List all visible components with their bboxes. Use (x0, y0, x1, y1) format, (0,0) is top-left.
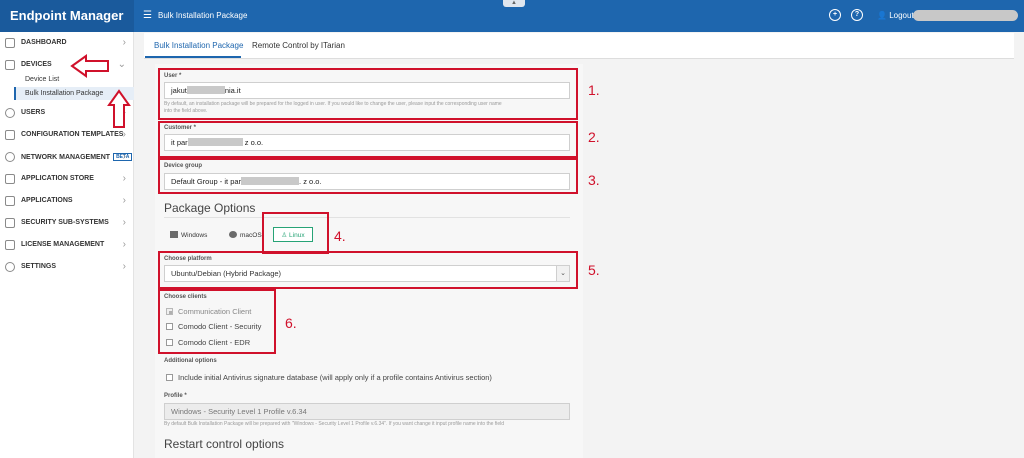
annotation-number-2: 2. (588, 129, 600, 145)
chevron-down-icon: ⌄ (117, 59, 126, 70)
os-windows-button[interactable]: Windows (170, 228, 214, 243)
add-icon[interactable]: + (829, 9, 841, 21)
annotation-box-6 (158, 289, 276, 354)
annotation-number-1: 1. (588, 82, 600, 98)
sidebar-item-settings[interactable]: SETTINGS › (0, 258, 134, 278)
profile-hint: By default Bulk Installation Package wil… (164, 421, 505, 427)
chevron-right-icon: › (122, 261, 126, 272)
annotation-number-5: 5. (588, 262, 600, 278)
sidebar-item-label: APPLICATION STORE (21, 175, 94, 182)
sidebar-item-configuration-templates[interactable]: CONFIGURATION TEMPLATES › (0, 126, 134, 146)
annotation-number-4: 4. (334, 228, 346, 244)
apple-icon (229, 231, 237, 238)
sidebar-item-label: APPLICATIONS (21, 197, 73, 204)
additional-options-label: Additional options (164, 358, 217, 364)
app-brand[interactable]: Endpoint Manager (0, 0, 134, 32)
logout-button[interactable]: 👤 Logout (877, 11, 914, 21)
sidebar-item-label: CONFIGURATION TEMPLATES (21, 131, 124, 138)
hamburger-menu-icon[interactable]: ☰ (143, 10, 152, 22)
dashboard-icon (5, 38, 15, 48)
annotation-number-3: 3. (588, 172, 600, 188)
sidebar-item-label: SETTINGS (21, 263, 57, 270)
page-title: Bulk Installation Package (158, 11, 248, 20)
chevron-right-icon: › (122, 173, 126, 184)
active-tab-indicator (145, 56, 241, 58)
profile-input[interactable]: Windows - Security Level 1 Profile v.6.3… (164, 403, 570, 420)
applications-icon (5, 196, 15, 206)
sidebar-item-label: DEVICES (21, 61, 52, 68)
tab-remote-control[interactable]: Remote Control by ITarian (252, 41, 345, 51)
shield-icon (5, 218, 15, 228)
gear-icon (5, 262, 15, 272)
sidebar-item-applications[interactable]: APPLICATIONS › (0, 192, 134, 212)
sidebar-item-application-store[interactable]: APPLICATION STORE › (0, 170, 134, 190)
chevron-right-icon: › (122, 37, 126, 48)
store-icon (5, 174, 15, 184)
templates-icon (5, 130, 15, 140)
chevron-right-icon: › (122, 195, 126, 206)
sidebar-item-dashboard[interactable]: DASHBOARD › (0, 34, 134, 54)
network-icon (5, 152, 15, 162)
top-bar: Endpoint Manager ☰ Bulk Installation Pac… (0, 0, 1024, 32)
annotation-box-1 (158, 68, 578, 120)
chevron-right-icon: › (122, 239, 126, 250)
users-icon (5, 108, 15, 118)
annotation-arrow-up (107, 89, 131, 128)
devices-icon (5, 60, 15, 70)
sidebar-item-label: USERS (21, 109, 46, 116)
annotation-box-3 (158, 158, 578, 194)
help-icon[interactable]: ? (851, 9, 863, 21)
username-redacted (913, 10, 1018, 21)
checkbox-icon (166, 374, 173, 381)
license-icon (5, 240, 15, 250)
collapse-toggle-icon[interactable]: ▲ (503, 0, 525, 7)
os-label: Windows (181, 232, 208, 239)
annotation-box-2 (158, 121, 578, 158)
os-label: macOS (240, 232, 262, 239)
annotation-box-5 (158, 251, 578, 289)
sidebar-item-label: LICENSE MANAGEMENT (21, 241, 105, 248)
annotation-number-6: 6. (285, 315, 297, 331)
chevron-right-icon: › (122, 129, 126, 140)
chevron-right-icon: › (122, 151, 126, 162)
logout-label: Logout (889, 11, 914, 20)
checkbox-label: Include initial Antivirus signature data… (178, 373, 492, 382)
sidebar-item-license-management[interactable]: LICENSE MANAGEMENT › (0, 236, 134, 256)
sidebar-item-security-sub-systems[interactable]: SECURITY SUB-SYSTEMS › (0, 214, 134, 234)
profile-label: Profile * (164, 393, 187, 399)
restart-control-title: Restart control options (164, 437, 285, 451)
sidebar-item-label: NETWORK MANAGEMENT BETA (21, 153, 133, 161)
tab-bulk-installation-package[interactable]: Bulk Installation Package (154, 41, 243, 51)
user-icon: 👤 (877, 11, 887, 20)
annotation-arrow-left (70, 54, 109, 78)
sidebar-item-label: DASHBOARD (21, 39, 67, 46)
annotation-box-4 (262, 212, 329, 254)
chevron-right-icon: › (122, 217, 126, 228)
tab-bar: Bulk Installation Package Remote Control… (144, 33, 1014, 59)
antivirus-database-checkbox[interactable]: Include initial Antivirus signature data… (166, 373, 492, 383)
sidebar-item-network-management[interactable]: NETWORK MANAGEMENT BETA › (0, 148, 134, 168)
divider (164, 217, 570, 218)
sidebar-item-label: SECURITY SUB-SYSTEMS (21, 219, 109, 226)
package-options-title: Package Options (164, 201, 256, 215)
windows-icon (170, 231, 178, 238)
